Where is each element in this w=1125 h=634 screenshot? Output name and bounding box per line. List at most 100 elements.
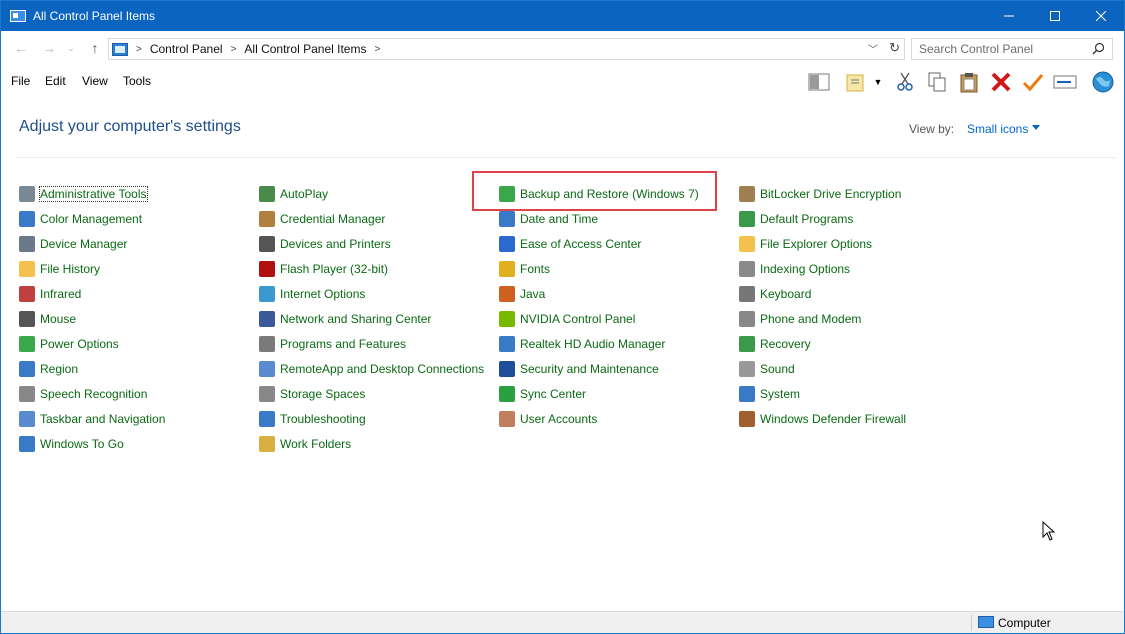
- item-label: Security and Maintenance: [520, 362, 659, 376]
- item-ease-of-access-center[interactable]: Ease of Access Center: [499, 233, 641, 255]
- item-label: Power Options: [40, 337, 119, 351]
- item-label: Troubleshooting: [280, 412, 366, 426]
- status-text: Computer: [998, 616, 1051, 630]
- search-input[interactable]: Search Control Panel: [911, 38, 1113, 60]
- item-label: Work Folders: [280, 437, 352, 451]
- item-user-accounts[interactable]: User Accounts: [499, 408, 597, 430]
- search-icon[interactable]: [1092, 42, 1105, 55]
- item-label: Network and Sharing Center: [280, 312, 432, 326]
- item-phone-and-modem[interactable]: Phone and Modem: [739, 308, 861, 330]
- new-folder-icon[interactable]: [843, 70, 867, 94]
- item-nvidia-control-panel[interactable]: NVIDIA Control Panel: [499, 308, 635, 330]
- item-troubleshooting[interactable]: Troubleshooting: [259, 408, 366, 430]
- item-speech-recognition[interactable]: Speech Recognition: [19, 383, 147, 405]
- item-autoplay[interactable]: AutoPlay: [259, 183, 328, 205]
- item-label: Color Management: [40, 212, 143, 226]
- item-network-and-sharing-center[interactable]: Network and Sharing Center: [259, 308, 431, 330]
- item-label: AutoPlay: [280, 187, 329, 201]
- minimize-button[interactable]: [986, 1, 1032, 31]
- item-sync-center[interactable]: Sync Center: [499, 383, 586, 405]
- address-dropdown-icon[interactable]: ﹀: [868, 41, 878, 56]
- item-windows-defender-firewall[interactable]: Windows Defender Firewall: [739, 408, 906, 430]
- item-label: RemoteApp and Desktop Connections: [280, 362, 485, 376]
- item-administrative-tools[interactable]: Administrative Tools: [19, 183, 148, 205]
- item-infrared[interactable]: Infrared: [19, 283, 81, 305]
- pane-toggle-icon[interactable]: [807, 70, 831, 94]
- rename-icon[interactable]: [1053, 70, 1077, 94]
- search-placeholder: Search Control Panel: [919, 42, 1034, 56]
- refresh-icon[interactable]: ↻: [889, 40, 900, 56]
- item-recovery[interactable]: Recovery: [739, 333, 811, 355]
- storage-spaces-icon: [259, 386, 275, 402]
- menu-tools[interactable]: Tools: [123, 74, 151, 88]
- ease-of-access-center-icon: [499, 236, 515, 252]
- item-devices-and-printers[interactable]: Devices and Printers: [259, 233, 391, 255]
- credential-manager-icon: [259, 211, 275, 227]
- item-security-and-maintenance[interactable]: Security and Maintenance: [499, 358, 659, 380]
- up-button[interactable]: ↑: [85, 39, 105, 57]
- menu-view[interactable]: View: [82, 74, 108, 88]
- menu-file[interactable]: File: [11, 74, 30, 88]
- menu-edit[interactable]: Edit: [45, 74, 66, 88]
- item-internet-options[interactable]: Internet Options: [259, 283, 365, 305]
- recent-locations-button[interactable]: ⌄: [61, 39, 81, 57]
- item-file-history[interactable]: File History: [19, 258, 100, 280]
- paste-icon[interactable]: [957, 70, 981, 94]
- security-and-maintenance-icon: [499, 361, 515, 377]
- delete-icon[interactable]: [989, 70, 1013, 94]
- item-keyboard[interactable]: Keyboard: [739, 283, 811, 305]
- item-indexing-options[interactable]: Indexing Options: [739, 258, 850, 280]
- nvidia-control-panel-icon: [499, 311, 515, 327]
- globe-icon[interactable]: [1091, 70, 1115, 94]
- copy-icon[interactable]: [925, 70, 949, 94]
- computer-icon: [978, 616, 994, 628]
- item-label: Sound: [760, 362, 795, 376]
- item-date-and-time[interactable]: Date and Time: [499, 208, 598, 230]
- item-remoteapp-and-desktop-connections[interactable]: RemoteApp and Desktop Connections: [259, 358, 484, 380]
- fonts-icon: [499, 261, 515, 277]
- item-fonts[interactable]: Fonts: [499, 258, 550, 280]
- item-flash-player-32-bit[interactable]: Flash Player (32-bit): [259, 258, 388, 280]
- breadcrumb-control-panel[interactable]: Control Panel: [150, 42, 223, 56]
- item-bitlocker-drive-encryption[interactable]: BitLocker Drive Encryption: [739, 183, 901, 205]
- user-accounts-icon: [499, 411, 515, 427]
- chevron-down-icon[interactable]: ▼: [871, 70, 885, 94]
- item-label: File Explorer Options: [760, 237, 873, 251]
- item-programs-and-features[interactable]: Programs and Features: [259, 333, 406, 355]
- chevron-down-icon[interactable]: [1032, 125, 1040, 130]
- item-label: Default Programs: [760, 212, 854, 226]
- breadcrumb-all-items[interactable]: All Control Panel Items: [244, 42, 366, 56]
- item-mouse[interactable]: Mouse: [19, 308, 76, 330]
- item-storage-spaces[interactable]: Storage Spaces: [259, 383, 365, 405]
- item-java[interactable]: Java: [499, 283, 545, 305]
- default-programs-icon: [739, 211, 755, 227]
- bitlocker-drive-encryption-icon: [739, 186, 755, 202]
- forward-button[interactable]: →: [39, 39, 59, 57]
- item-realtek-hd-audio-manager[interactable]: Realtek HD Audio Manager: [499, 333, 665, 355]
- item-credential-manager[interactable]: Credential Manager: [259, 208, 385, 230]
- back-button[interactable]: ←: [11, 39, 31, 57]
- title-bar[interactable]: All Control Panel Items: [1, 1, 1124, 31]
- menu-bar: File Edit View Tools ▼: [1, 65, 1124, 97]
- item-color-management[interactable]: Color Management: [19, 208, 142, 230]
- item-windows-to-go[interactable]: Windows To Go: [19, 433, 124, 455]
- item-region[interactable]: Region: [19, 358, 78, 380]
- item-sound[interactable]: Sound: [739, 358, 795, 380]
- maximize-button[interactable]: [1032, 1, 1078, 31]
- view-by-dropdown[interactable]: Small icons: [967, 122, 1028, 136]
- item-file-explorer-options[interactable]: File Explorer Options: [739, 233, 872, 255]
- item-power-options[interactable]: Power Options: [19, 333, 119, 355]
- address-bar[interactable]: > Control Panel > All Control Panel Item…: [108, 38, 905, 60]
- item-default-programs[interactable]: Default Programs: [739, 208, 853, 230]
- chevron-right-icon: >: [136, 43, 142, 55]
- chevron-right-icon[interactable]: >: [374, 44, 380, 55]
- item-work-folders[interactable]: Work Folders: [259, 433, 351, 455]
- item-taskbar-and-navigation[interactable]: Taskbar and Navigation: [19, 408, 165, 430]
- item-device-manager[interactable]: Device Manager: [19, 233, 127, 255]
- item-label: Infrared: [40, 287, 82, 301]
- item-system[interactable]: System: [739, 383, 800, 405]
- cut-icon[interactable]: [893, 70, 917, 94]
- close-button[interactable]: [1078, 1, 1124, 31]
- item-label: System: [760, 387, 801, 401]
- checkmark-icon[interactable]: [1021, 70, 1045, 94]
